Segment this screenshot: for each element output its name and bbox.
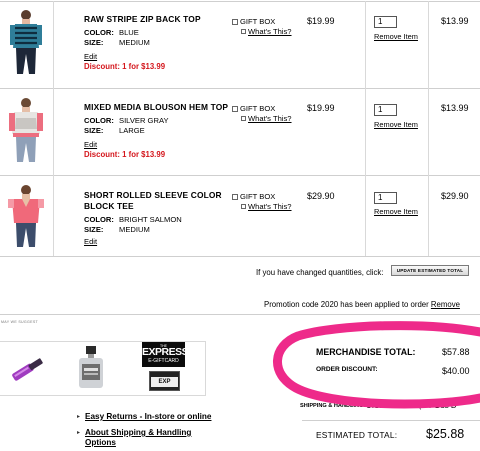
help-box-icon [241, 204, 246, 209]
row-divider [0, 175, 480, 176]
product-color: COLOR: BRIGHT SALMON [84, 215, 182, 224]
item-total: $13.99 [441, 16, 469, 26]
edit-link[interactable]: Edit [84, 237, 97, 246]
promo-code-message: Promotion code 2020 has been applied to … [264, 300, 460, 309]
unit-price: $19.99 [307, 16, 335, 26]
checkbox-icon[interactable] [232, 19, 238, 25]
quantity-input[interactable]: 1 [374, 104, 397, 116]
gift-card-plastic-image[interactable]: EXP [149, 371, 180, 391]
gift-box-option[interactable]: GIFT BOX [232, 17, 275, 27]
arrow-right-icon: ▸ [77, 430, 81, 436]
whats-this-link[interactable]: What's This? [241, 202, 292, 211]
update-estimated-total-button[interactable]: UPDATE ESTIMATED TOTAL [391, 265, 469, 276]
cologne-bottle-image[interactable] [76, 344, 106, 392]
unit-price: $19.99 [307, 103, 335, 113]
product-size: SIZE: MEDIUM [84, 225, 150, 234]
remove-item-link[interactable]: Remove Item [374, 207, 418, 216]
edit-link[interactable]: Edit [84, 140, 97, 149]
product-name[interactable]: RAW STRIPE ZIP BACK TOP [84, 14, 201, 25]
discount-text: Discount: 1 for $13.99 [84, 62, 166, 71]
product-name[interactable]: SHORT ROLLED SLEEVE COLOR [84, 190, 222, 201]
lip-gloss-image[interactable] [8, 357, 48, 381]
quantity-change-message: If you have changed quantities, click: [256, 268, 384, 277]
product-name-line2[interactable]: BLOCK TEE [84, 201, 134, 212]
gift-box-option[interactable]: GIFT BOX [232, 192, 275, 202]
gift-box-option[interactable]: GIFT BOX [232, 104, 275, 114]
item-total: $13.99 [441, 103, 469, 113]
highlight-circle [273, 321, 480, 409]
product-image[interactable] [7, 8, 45, 76]
about-shipping-link-line2[interactable]: Options [85, 438, 116, 447]
help-box-icon [241, 29, 246, 34]
column-divider [428, 1, 429, 256]
estimated-total-label: ESTIMATED TOTAL: [316, 430, 398, 440]
suggestions-divider [0, 395, 206, 396]
whats-this-link[interactable]: What's This? [241, 27, 292, 36]
summary-divider [302, 420, 480, 421]
remove-promo-link[interactable]: Remove [431, 300, 460, 309]
product-image[interactable] [7, 96, 45, 164]
row-divider [0, 88, 480, 89]
quantity-input[interactable]: 1 [374, 16, 397, 28]
product-color: COLOR: BLUE [84, 28, 139, 37]
edit-link[interactable]: Edit [84, 52, 97, 61]
product-name[interactable]: MIXED MEDIA BLOUSON HEM TOP [84, 102, 228, 113]
unit-price: $29.90 [307, 191, 335, 201]
column-divider [365, 1, 366, 256]
suggestions-divider [205, 341, 206, 396]
quantity-input[interactable]: 1 [374, 192, 397, 204]
item-total: $29.90 [441, 191, 469, 201]
gift-card-image[interactable]: THE EXPRESS E-GIFTCARD [142, 342, 189, 367]
suggestions-label: MAY WE SUGGEST [1, 320, 39, 324]
checkbox-icon[interactable] [232, 106, 238, 112]
row-divider [0, 314, 480, 315]
row-divider [0, 256, 480, 257]
product-color: COLOR: SILVER GRAY [84, 116, 169, 125]
remove-item-link[interactable]: Remove Item [374, 32, 418, 41]
product-size: SIZE: LARGE [84, 126, 145, 135]
estimated-total-value: $25.88 [426, 427, 465, 441]
column-divider [53, 1, 54, 256]
checkbox-icon[interactable] [232, 194, 238, 200]
help-box-icon [241, 116, 246, 121]
arrow-right-icon: ▸ [77, 414, 81, 420]
whats-this-link[interactable]: What's This? [241, 114, 292, 123]
about-shipping-link[interactable]: About Shipping & Handling [85, 428, 191, 437]
product-image[interactable] [7, 183, 45, 247]
discount-text: Discount: 1 for $13.99 [84, 150, 166, 159]
product-size: SIZE: MEDIUM [84, 38, 150, 47]
remove-item-link[interactable]: Remove Item [374, 120, 418, 129]
easy-returns-link[interactable]: Easy Returns - In-store or online [85, 412, 211, 421]
row-divider [0, 1, 480, 2]
